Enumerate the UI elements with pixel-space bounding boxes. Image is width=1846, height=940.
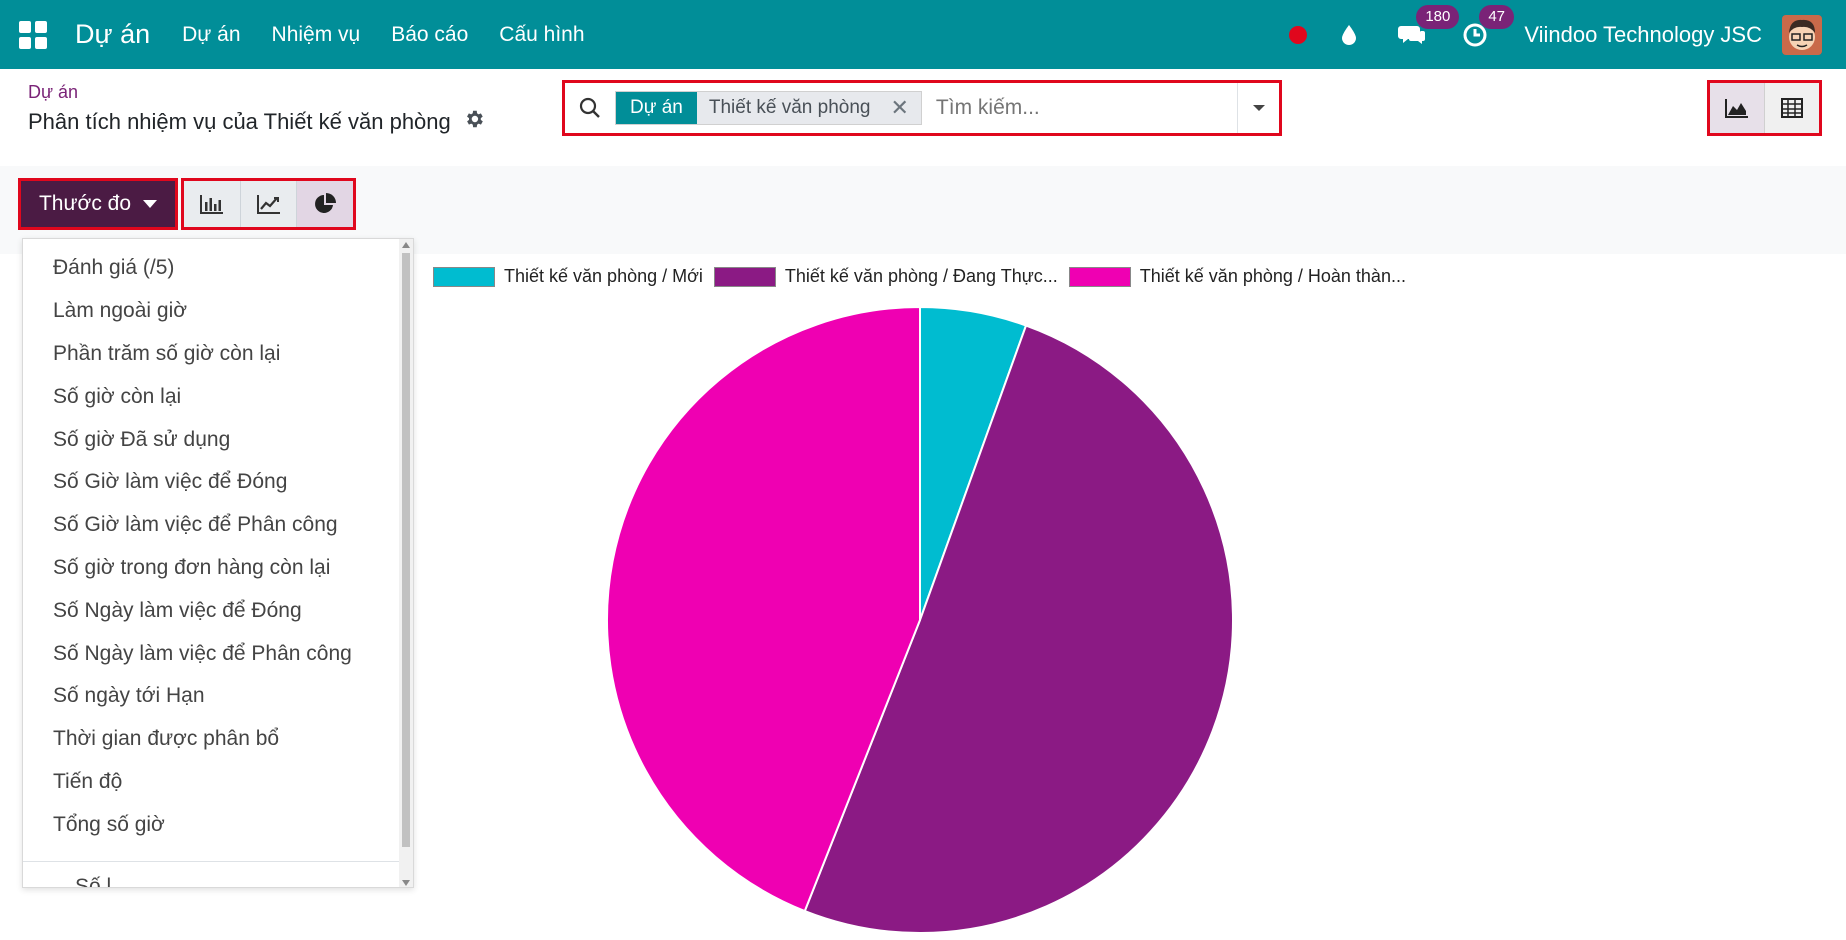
legend-label: Thiết kế văn phòng / Đang Thực... [784, 266, 1058, 286]
dropdown-scrollbar[interactable] [399, 239, 413, 887]
graph-view-button[interactable] [1710, 83, 1765, 133]
bar-chart-button[interactable] [184, 181, 241, 227]
bar-chart-icon [199, 195, 223, 214]
measure-item[interactable]: Số Giờ làm việc để Đóng [23, 461, 413, 504]
legend-swatch [433, 266, 495, 287]
page-title: Phân tích nhiệm vụ của Thiết kế văn phòn… [28, 108, 485, 136]
gear-icon[interactable] [463, 108, 485, 136]
legend-label: Thiết kế văn phòng / Hoàn thàn... [1139, 266, 1406, 286]
measure-item[interactable]: Phần trăm số giờ còn lại [23, 333, 413, 376]
legend-item[interactable]: Thiết kế văn phòng / Mới [433, 266, 703, 287]
search-input[interactable] [935, 96, 1236, 120]
messages-icon[interactable]: 180 [1398, 4, 1460, 49]
legend-item[interactable]: Thiết kế văn phòng / Hoàn thàn... [1068, 266, 1406, 287]
pie-chart-button[interactable] [297, 181, 354, 227]
messages-badge: 180 [1416, 4, 1460, 29]
area-chart-icon [1725, 99, 1748, 118]
measures-button-label: Thước đo [38, 192, 132, 215]
menu-projects[interactable]: Dự án [182, 23, 240, 47]
recording-dot-icon[interactable] [1289, 25, 1308, 44]
legend-swatch [1068, 266, 1131, 287]
droplet-icon[interactable] [1335, 21, 1363, 49]
measure-item[interactable]: Số Giờ làm việc để Phân công [23, 504, 413, 547]
measure-item[interactable]: Làm ngoài giờ [23, 290, 413, 333]
apps-menu-icon[interactable] [19, 20, 47, 49]
company-switcher[interactable]: Viindoo Technology JSC [1524, 22, 1762, 48]
activities-badge: 47 [1479, 4, 1514, 29]
measure-item[interactable]: Số giờ trong đơn hàng còn lại [23, 547, 413, 590]
measure-item[interactable]: Đánh giá (/5) [23, 247, 413, 290]
menu-tasks[interactable]: Nhiệm vụ [272, 23, 361, 47]
search-options-toggle[interactable] [1237, 83, 1279, 133]
table-icon [1781, 98, 1803, 118]
measure-item[interactable]: Tiến độ [23, 761, 413, 804]
pie-chart-icon [315, 193, 337, 213]
user-avatar[interactable] [1782, 14, 1822, 55]
view-switcher [1707, 80, 1822, 136]
measure-item[interactable]: Số ngày tới Hạn [23, 675, 413, 718]
scroll-up-arrow-icon[interactable] [402, 242, 410, 248]
breadcrumb-parent[interactable]: Dự án [28, 82, 78, 103]
measure-item[interactable]: Số giờ còn lại [23, 375, 413, 418]
close-icon[interactable]: ✕ [890, 95, 908, 121]
line-chart-icon [256, 195, 280, 214]
measures-dropdown-menu: Đánh giá (/5) Làm ngoài giờ Phần trăm số g… [22, 238, 414, 888]
measure-item[interactable]: Số giờ Đã sử dụng [23, 418, 413, 461]
caret-down-icon [143, 200, 158, 208]
measure-item[interactable]: Số Ngày làm việc để Đóng [23, 589, 413, 632]
search-icon[interactable] [565, 83, 615, 133]
pie-chart [606, 305, 1234, 934]
menu-reports[interactable]: Báo cáo [391, 23, 468, 47]
top-navbar: Dự án Dự án Nhiệm vụ Báo cáo Cấu hình 18… [0, 0, 1846, 69]
facet-label: Dự án [616, 92, 697, 124]
page-title-text: Phân tích nhiệm vụ của Thiết kế văn phòn… [28, 109, 451, 134]
legend-item[interactable]: Thiết kế văn phòng / Đang Thực... [713, 266, 1058, 287]
dropdown-divider [23, 861, 399, 862]
chart-type-group [181, 178, 356, 230]
search-facet: Dự án Thiết kế văn phòng ✕ [615, 91, 922, 125]
legend-label: Thiết kế văn phòng / Mới [504, 266, 703, 286]
measure-item-cutoff[interactable]: Số l [75, 875, 111, 887]
legend-swatch [713, 266, 776, 287]
facet-value-text: Thiết kế văn phòng [708, 97, 871, 118]
app-brand[interactable]: Dự án [75, 19, 150, 50]
measures-list: Đánh giá (/5) Làm ngoài giờ Phần trăm số g… [23, 239, 413, 846]
pivot-view-button[interactable] [1765, 83, 1819, 133]
search-bar: Dự án Thiết kế văn phòng ✕ [562, 80, 1282, 136]
line-chart-button[interactable] [240, 181, 298, 227]
measure-item[interactable]: Thời gian được phân bổ [23, 718, 413, 761]
measures-dropdown-button[interactable]: Thước đo [18, 178, 178, 230]
menu-configuration[interactable]: Cấu hình [499, 23, 584, 47]
chart-legend: Thiết kế văn phòng / Mới Thiết kế văn phò… [433, 266, 1417, 287]
scrollbar-thumb[interactable] [402, 253, 410, 847]
activities-clock-icon[interactable]: 47 [1461, 4, 1514, 49]
measure-item[interactable]: Số Ngày làm việc để Phân công [23, 632, 413, 675]
scroll-down-arrow-icon[interactable] [402, 880, 410, 886]
measure-item[interactable]: Tổng số giờ [23, 803, 413, 846]
facet-value: Thiết kế văn phòng ✕ [696, 92, 921, 124]
